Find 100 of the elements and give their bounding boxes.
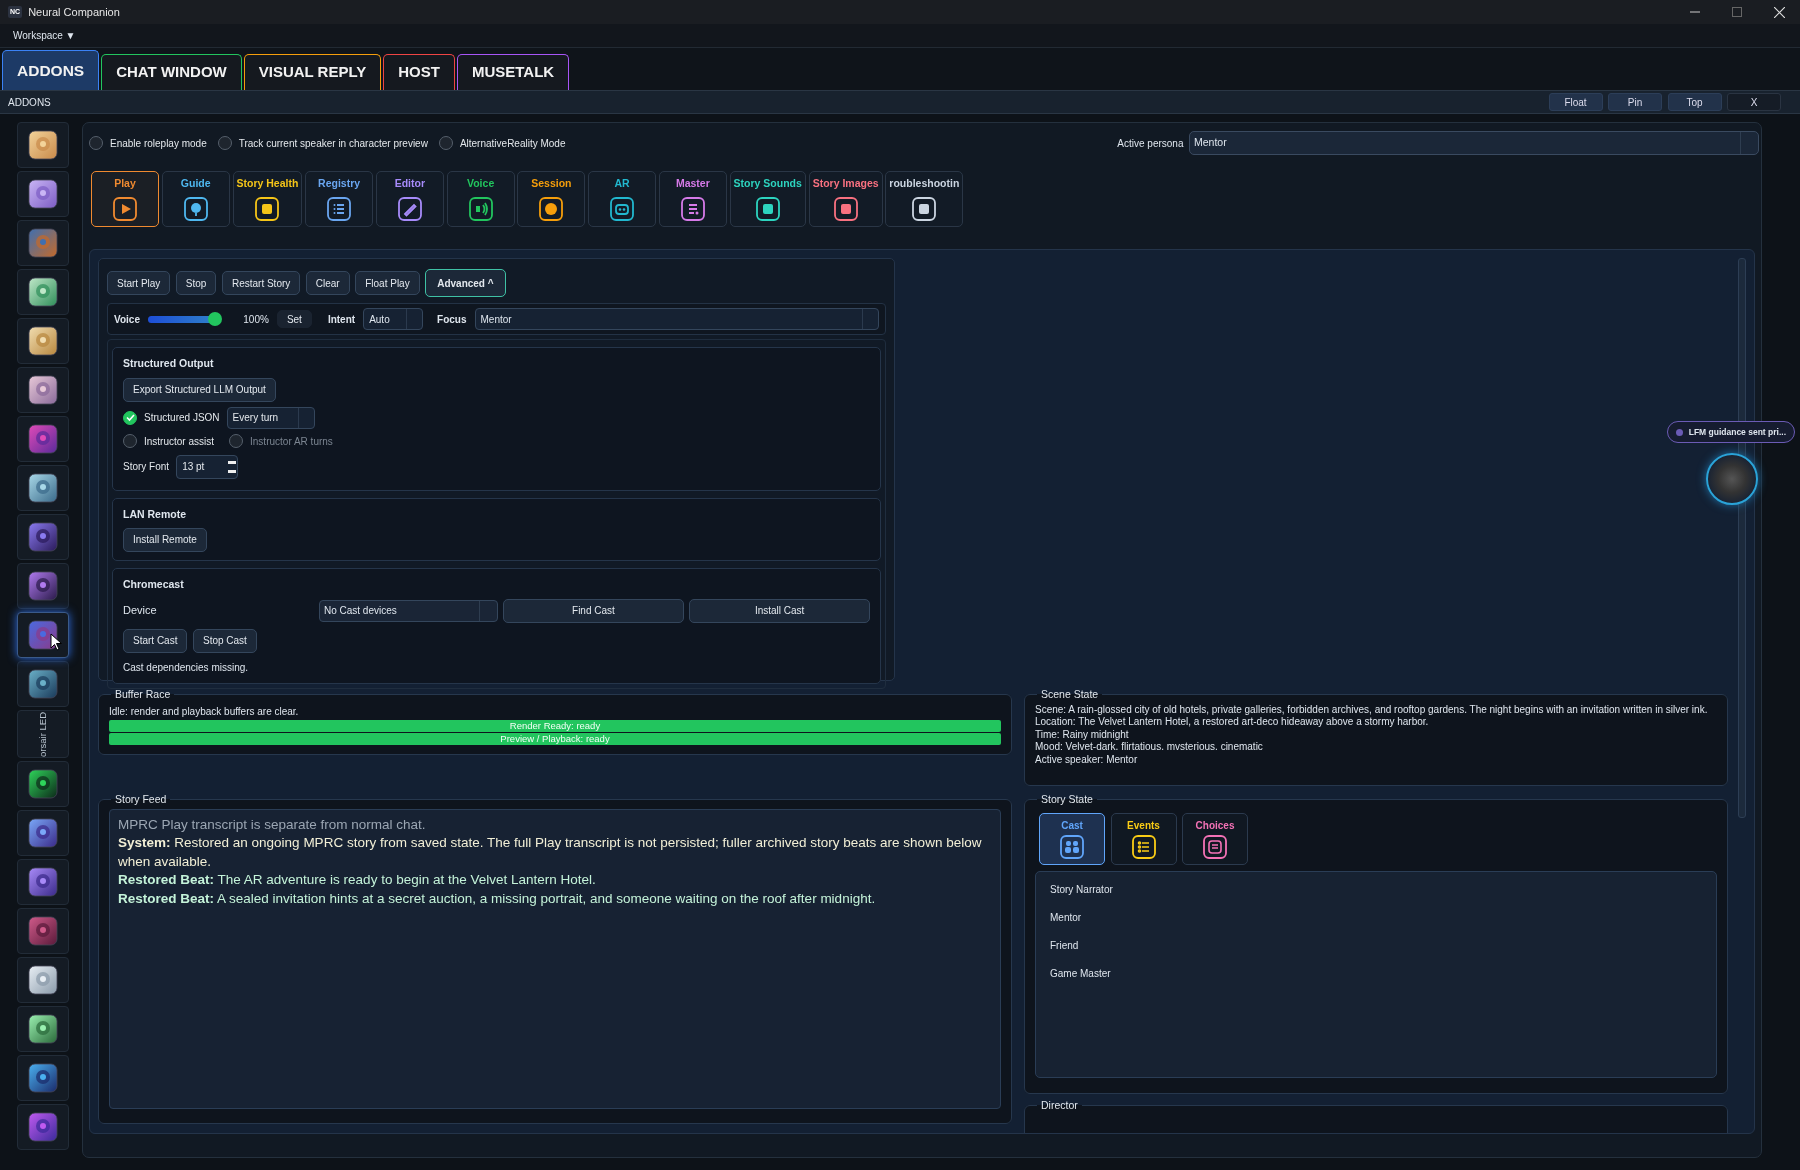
app-icon[interactable] xyxy=(28,818,58,848)
progress-bar: Render Ready: ready xyxy=(109,719,1001,732)
cast-button[interactable]: Start Cast xyxy=(123,628,188,653)
cast-button[interactable]: Find Cast xyxy=(503,598,684,623)
app-icon[interactable] xyxy=(28,620,58,650)
field-label: Focus xyxy=(437,312,467,327)
tool-tab[interactable]: Play xyxy=(91,171,159,227)
checkbox[interactable] xyxy=(217,136,232,150)
tool-tab[interactable]: Voice xyxy=(446,171,515,227)
tab[interactable]: Events xyxy=(1110,812,1177,865)
set-button[interactable]: Set xyxy=(276,310,312,328)
section-title: Chromecast xyxy=(123,576,185,592)
play-button[interactable]: Start Play xyxy=(107,271,171,295)
tool-tab[interactable]: Master xyxy=(658,171,727,227)
play-button[interactable]: Float Play xyxy=(355,271,420,295)
header-button[interactable]: Pin xyxy=(1608,93,1662,111)
tool-tab[interactable]: roubleshootin xyxy=(885,171,964,227)
install-remote-button[interactable]: Install Remote xyxy=(123,527,207,552)
sidebar-item[interactable] xyxy=(17,318,69,364)
app-icon[interactable] xyxy=(28,179,58,209)
section-title: LAN Remote xyxy=(123,507,187,522)
app-icon[interactable] xyxy=(28,326,58,356)
checkbox[interactable] xyxy=(123,434,137,449)
sidebar-label[interactable]: orsair LED xyxy=(35,711,51,757)
sidebar-item[interactable] xyxy=(17,367,69,413)
cast-member[interactable]: Game Master xyxy=(1050,965,1702,981)
cast-member[interactable]: Mentor xyxy=(1050,909,1702,925)
font-size-spinner[interactable]: 13 pt xyxy=(176,454,239,479)
app-icon[interactable] xyxy=(28,769,58,799)
app-icon[interactable] xyxy=(28,965,58,995)
feed-entry: Restored Beat: A sealed invitation hints at a secret auction, a missing portrait, and someone waiting on the roof after midnight. xyxy=(118,889,877,908)
slider-thumb[interactable] xyxy=(208,311,223,326)
play-button[interactable]: Stop xyxy=(175,271,217,295)
feed-entry: System: Restored an ongoing MPRC story from saved state. The full Play transcript is not persisted; fuller archived story beats are shown below when available. xyxy=(118,834,983,871)
header-button[interactable]: Float xyxy=(1548,93,1603,111)
scene-line: Mood: Velvet-dark. flirtatious. mvsterious. cinematic xyxy=(1035,741,1264,754)
sidebar-item[interactable] xyxy=(17,957,69,1003)
play-button[interactable]: Advanced ^ xyxy=(425,269,506,297)
tool-tab[interactable]: Story Images xyxy=(808,171,883,227)
sidebar-item[interactable] xyxy=(17,1055,69,1101)
field-label: Intent xyxy=(327,312,356,327)
tab[interactable]: Cast xyxy=(1039,812,1105,865)
checkbox[interactable] xyxy=(438,136,453,150)
window-title: Neural Companion xyxy=(28,4,120,20)
intent-dropdown[interactable]: Auto xyxy=(363,308,424,330)
app-icon[interactable] xyxy=(28,375,58,405)
sidebar-item[interactable] xyxy=(17,810,69,856)
tool-icon xyxy=(833,197,858,221)
cast-member[interactable]: Story Narrator xyxy=(1050,881,1702,897)
tab[interactable]: Choices xyxy=(1182,812,1248,865)
tool-tab[interactable]: Session xyxy=(517,171,586,227)
tool-tab[interactable]: Editor xyxy=(375,171,444,227)
persona-dropdown[interactable]: Mentor xyxy=(1189,131,1759,155)
checkbox[interactable] xyxy=(89,136,103,150)
sidebar-item[interactable] xyxy=(17,761,69,807)
tool-tab[interactable]: AR xyxy=(588,171,657,227)
focus-dropdown[interactable]: Mentor xyxy=(474,308,879,330)
sidebar-item[interactable]: orsair LED xyxy=(17,710,69,758)
tool-icon xyxy=(680,197,705,221)
header-button[interactable]: Top xyxy=(1667,93,1722,111)
sidebar-item[interactable] xyxy=(17,465,69,511)
tab[interactable]: ADDONS xyxy=(2,50,100,90)
tab[interactable]: CHAT WINDOW xyxy=(101,54,242,90)
mouse-pointer-icon xyxy=(50,633,64,652)
app-icon[interactable] xyxy=(28,867,58,897)
tab-icon xyxy=(1203,834,1227,859)
cast-button[interactable]: Stop Cast xyxy=(192,628,257,653)
device-dropdown[interactable]: No Cast devices xyxy=(318,599,498,622)
option-label: Structured JSON xyxy=(144,411,220,426)
play-button[interactable]: Restart Story xyxy=(221,271,301,295)
app-icon[interactable] xyxy=(28,1014,58,1044)
tool-icon xyxy=(397,197,422,221)
frequency-dropdown[interactable]: Every turn xyxy=(226,406,315,429)
cast-member[interactable]: Friend xyxy=(1050,937,1702,953)
sidebar-item[interactable] xyxy=(17,1006,69,1052)
tab[interactable]: HOST xyxy=(383,54,455,90)
app-icon[interactable] xyxy=(28,1063,58,1093)
sidebar-item[interactable] xyxy=(17,122,69,168)
app-icon[interactable] xyxy=(28,277,58,307)
tool-tab[interactable]: Registry xyxy=(305,171,374,227)
header-button[interactable]: X xyxy=(1727,93,1781,111)
workspace-menu[interactable]: Workspace ▼ xyxy=(13,28,76,43)
tool-icon xyxy=(183,197,208,221)
maximize-icon xyxy=(1732,7,1743,17)
sidebar-item[interactable] xyxy=(17,661,69,707)
cast-button[interactable]: Install Cast xyxy=(689,598,870,623)
app-icon[interactable] xyxy=(28,669,58,699)
tool-tab[interactable]: Story Health xyxy=(232,171,303,227)
app-icon[interactable] xyxy=(28,473,58,503)
tool-tab[interactable]: Story Sounds xyxy=(729,171,806,227)
app-icon[interactable] xyxy=(28,130,58,160)
sidebar-item[interactable] xyxy=(17,269,69,315)
tool-tab[interactable]: Guide xyxy=(161,171,230,227)
scene-line: Scene: A rain-glossed city of old hotels, private galleries, forbidden archives, and rooftop gardens. The night begins with an invitation written in silver ink. xyxy=(1035,703,1709,716)
checkbox[interactable] xyxy=(123,410,137,425)
export-button[interactable]: Export Structured LLM Output xyxy=(123,377,276,402)
tab[interactable]: MUSETALK xyxy=(456,54,570,90)
tab[interactable]: VISUAL REPLY xyxy=(243,54,382,90)
sidebar-item[interactable] xyxy=(17,171,69,217)
play-button[interactable]: Clear xyxy=(305,271,350,295)
